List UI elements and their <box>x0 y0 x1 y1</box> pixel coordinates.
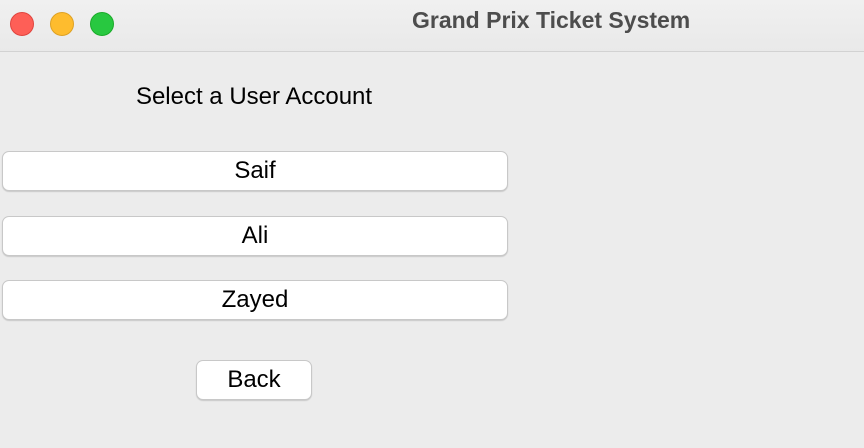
close-window-button[interactable] <box>10 12 34 36</box>
user-button-zayed[interactable]: Zayed <box>2 280 508 320</box>
page-heading: Select a User Account <box>135 83 373 110</box>
title-bar: Grand Prix Ticket System <box>0 0 864 52</box>
user-button-ali[interactable]: Ali <box>2 216 508 256</box>
app-window: Grand Prix Ticket System Select a User A… <box>0 0 864 448</box>
user-button-saif[interactable]: Saif <box>2 151 508 191</box>
back-button[interactable]: Back <box>196 360 312 400</box>
minimize-window-button[interactable] <box>50 12 74 36</box>
zoom-window-button[interactable] <box>90 12 114 36</box>
window-title: Grand Prix Ticket System <box>412 7 691 33</box>
